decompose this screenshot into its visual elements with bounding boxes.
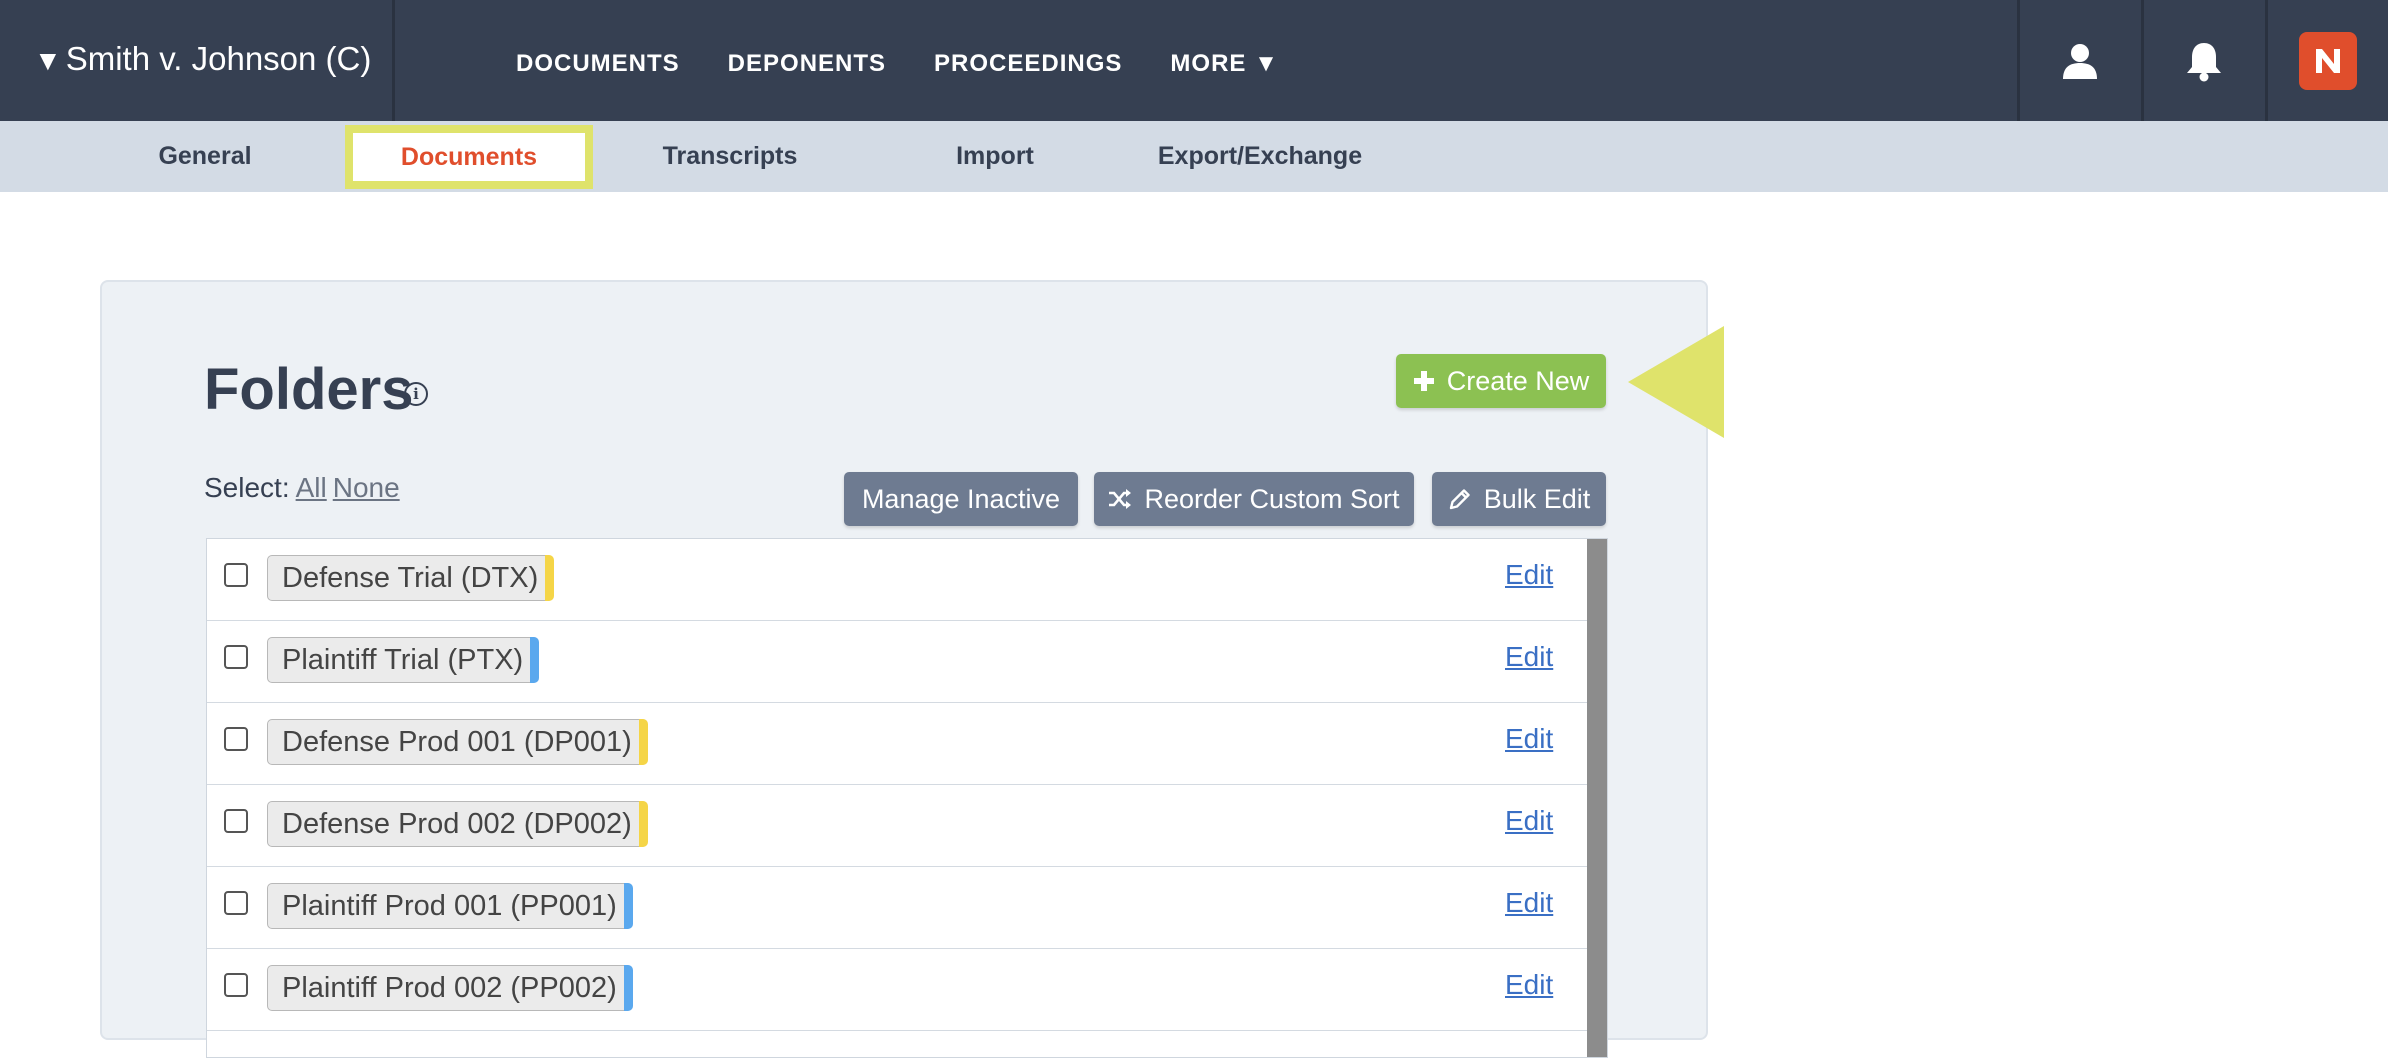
reorder-custom-sort-label: Reorder Custom Sort: [1144, 483, 1400, 514]
plus-icon: [1413, 371, 1434, 391]
folder-tag: Defense Trial (DTX): [267, 555, 555, 601]
nav-more[interactable]: MORE ▼: [1170, 50, 1278, 78]
divider: [392, 0, 395, 121]
tab-transcripts[interactable]: Transcripts: [640, 121, 820, 192]
folder-tag: Plaintiff Trial (PTX): [267, 637, 540, 683]
row-checkbox[interactable]: [224, 727, 248, 751]
main-nav: DOCUMENTS DEPONENTS PROCEEDINGS MORE ▼: [516, 50, 1327, 78]
folder-name: Defense Prod 001 (DP001): [282, 725, 632, 758]
folder-color-stripe: [638, 719, 648, 765]
folder-list: Defense Trial (DTX) Edit Plaintiff Trial…: [206, 538, 1608, 1058]
top-navigation-bar: ▼ Smith v. Johnson (C) DOCUMENTS DEPONENT…: [0, 0, 2388, 121]
scrollbar[interactable]: [1587, 539, 1607, 1057]
folder-color-stripe: [623, 883, 633, 929]
brand-logo-icon: [2299, 31, 2357, 90]
list-item: Defense Trial (DTX) Edit: [207, 539, 1589, 621]
highlight-arrow-icon: [1628, 326, 1724, 438]
nav-proceedings[interactable]: PROCEEDINGS: [934, 50, 1122, 78]
list-item: Plaintiff Prod 001 (PP001) Edit: [207, 867, 1589, 949]
folder-name: Defense Prod 002 (DP002): [282, 807, 632, 840]
select-all-link[interactable]: All: [296, 472, 327, 503]
list-item: Defense Prod 001 (DP001) Edit: [207, 703, 1589, 785]
folder-color-stripe: [530, 637, 540, 683]
create-new-button[interactable]: Create New: [1396, 354, 1606, 408]
case-selector[interactable]: ▼ Smith v. Johnson (C): [34, 40, 371, 78]
notifications-button[interactable]: [2144, 0, 2264, 121]
tab-export-exchange[interactable]: Export/Exchange: [1140, 121, 1380, 192]
edit-link[interactable]: Edit: [1505, 887, 1553, 919]
tab-general[interactable]: General: [130, 121, 280, 192]
nav-documents[interactable]: DOCUMENTS: [516, 50, 680, 78]
info-icon[interactable]: i: [404, 382, 428, 406]
folder-tag: Plaintiff Prod 001 (PP001): [267, 883, 633, 929]
row-checkbox[interactable]: [224, 973, 248, 997]
folder-tag: Defense Prod 001 (DP001): [267, 719, 648, 765]
nav-deponents[interactable]: DEPONENTS: [728, 50, 886, 78]
folder-color-stripe: [638, 801, 648, 847]
list-item: Plaintiff Prod 002 (PP002) Edit: [207, 949, 1589, 1031]
folder-color-stripe: [623, 965, 633, 1011]
folder-tag: Plaintiff Prod 002 (PP002): [267, 965, 633, 1011]
bell-icon: [2187, 42, 2221, 81]
row-checkbox[interactable]: [224, 563, 248, 587]
folder-tag: Defense Prod 002 (DP002): [267, 801, 648, 847]
list-item: Defense Prod 002 (DP002) Edit: [207, 785, 1589, 867]
user-icon: [2063, 43, 2097, 79]
shuffle-icon: [1109, 489, 1132, 509]
edit-link[interactable]: Edit: [1505, 805, 1553, 837]
edit-link[interactable]: Edit: [1505, 723, 1553, 755]
folder-name: Defense Trial (DTX): [282, 561, 539, 594]
list-item: Plaintiff Trial (PTX) Edit: [207, 621, 1589, 703]
folder-name: Plaintiff Prod 001 (PP001): [282, 889, 617, 922]
select-none-link[interactable]: None: [333, 472, 400, 503]
bulk-edit-label: Bulk Edit: [1483, 483, 1591, 514]
row-checkbox[interactable]: [224, 809, 248, 833]
manage-inactive-label: Manage Inactive: [861, 483, 1061, 514]
folder-color-stripe: [545, 555, 555, 601]
edit-link[interactable]: Edit: [1505, 969, 1553, 1001]
bulk-edit-button[interactable]: Bulk Edit: [1432, 472, 1606, 526]
edit-link[interactable]: Edit: [1505, 559, 1553, 591]
row-checkbox[interactable]: [224, 645, 248, 669]
tab-import[interactable]: Import: [930, 121, 1060, 192]
tab-documents[interactable]: Documents: [345, 125, 593, 189]
select-controls: Select: All None: [204, 472, 400, 504]
manage-inactive-button[interactable]: Manage Inactive: [844, 472, 1078, 526]
page-title: Folders: [204, 357, 414, 422]
create-new-label: Create New: [1446, 365, 1590, 396]
folder-name: Plaintiff Trial (PTX): [282, 643, 524, 676]
sub-navigation: General Documents Transcripts Import Exp…: [0, 121, 2388, 192]
select-label: Select:: [204, 472, 290, 503]
folders-panel: Folders i Create New Select: All None Mana…: [100, 280, 1724, 1058]
caret-down-icon: ▼: [34, 45, 62, 76]
row-checkbox[interactable]: [224, 891, 248, 915]
reorder-custom-sort-button[interactable]: Reorder Custom Sort: [1094, 472, 1414, 526]
edit-link[interactable]: Edit: [1505, 641, 1553, 673]
user-button[interactable]: [2020, 0, 2140, 121]
pencil-icon: [1449, 489, 1470, 510]
brand-logo-button[interactable]: [2268, 0, 2388, 121]
case-title: Smith v. Johnson (C): [65, 40, 372, 77]
folder-name: Plaintiff Prod 002 (PP002): [282, 971, 617, 1004]
